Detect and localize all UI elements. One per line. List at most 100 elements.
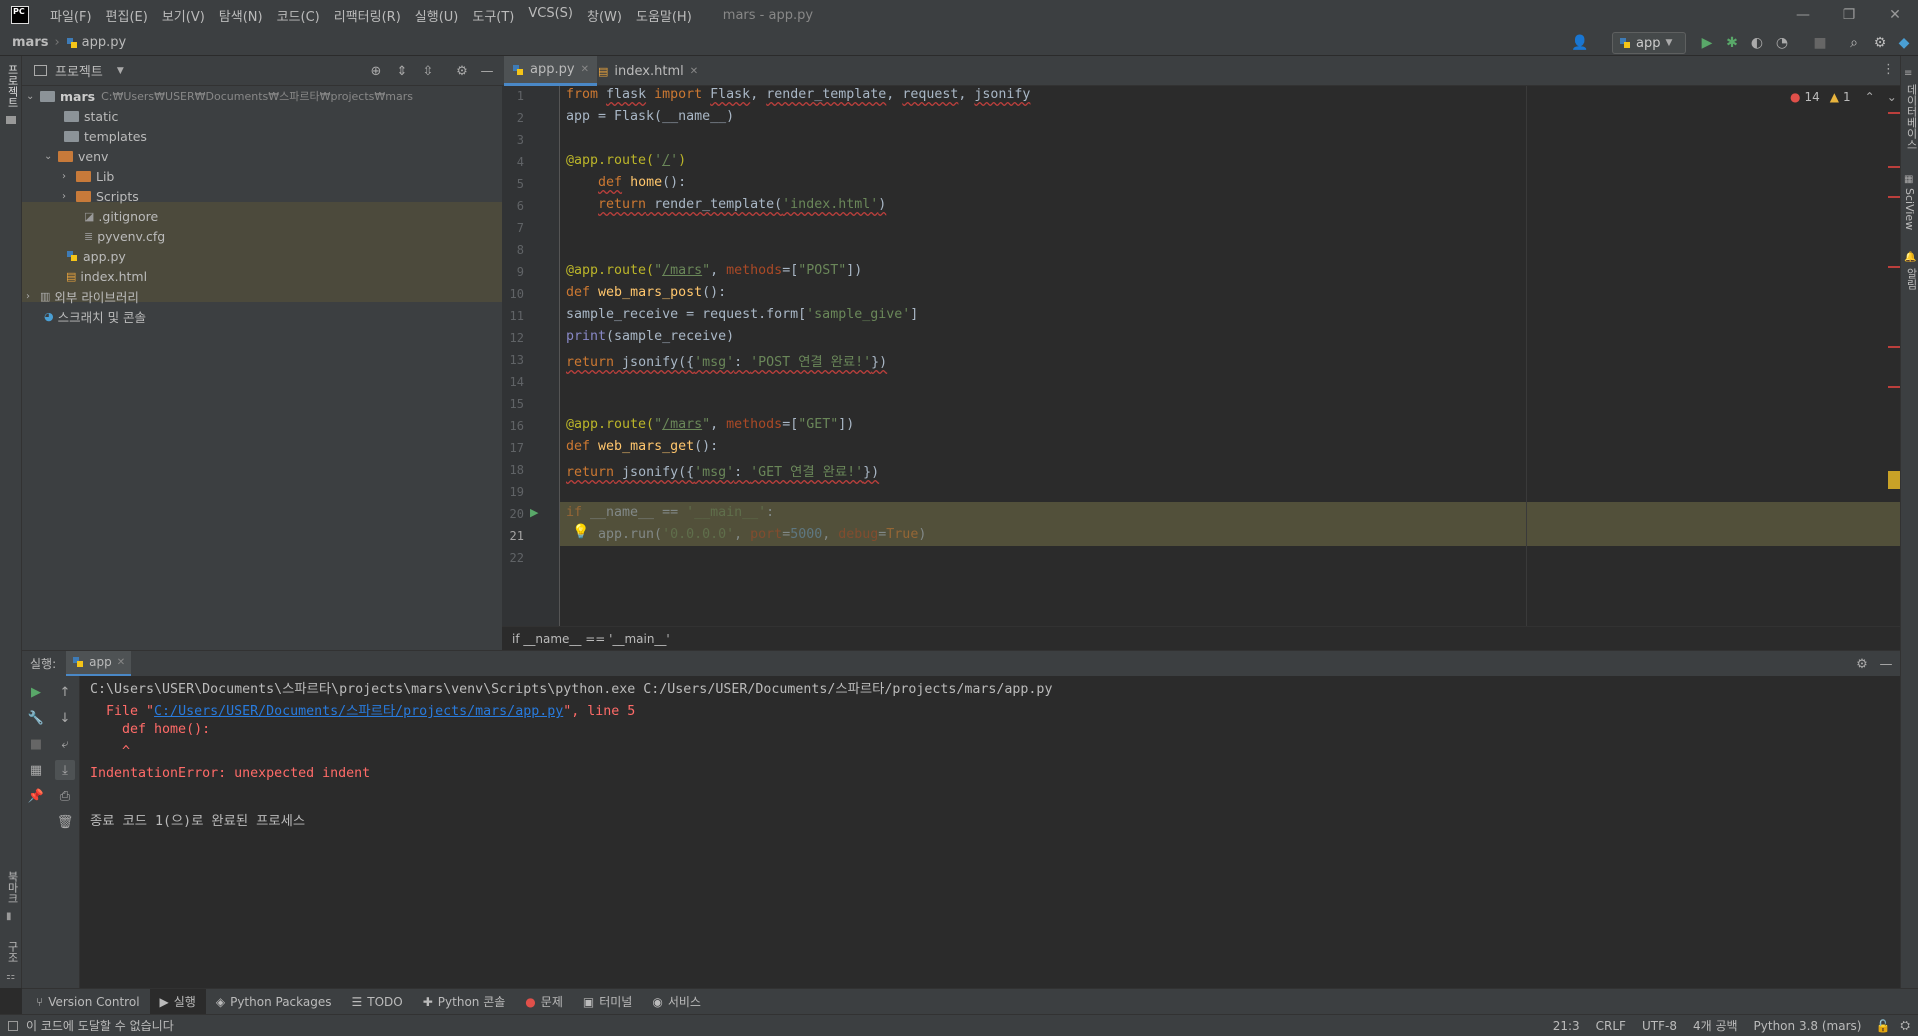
gear-icon[interactable]: ⚙ xyxy=(1870,33,1890,53)
coverage-icon[interactable]: ◐ xyxy=(1747,33,1767,53)
tab-index-html[interactable]: ▤ index.html ✕ xyxy=(590,56,706,86)
code-line[interactable]: return jsonify({'msg': 'GET 연결 완료!'}) xyxy=(566,461,879,480)
run-icon[interactable]: ▶ xyxy=(1697,33,1717,53)
tree-item-static[interactable]: static xyxy=(64,106,118,126)
code-line[interactable]: print(sample_receive) xyxy=(566,329,734,344)
tool-terminal[interactable]: ▣ 터미널 xyxy=(573,989,642,1015)
collapse-all-icon[interactable]: ⇳ xyxy=(418,61,438,81)
wrench-icon[interactable]: 🔧 xyxy=(26,708,46,728)
code-breadcrumb[interactable]: if __name__ == '__main__' xyxy=(502,626,1900,650)
locate-icon[interactable]: ⊕ xyxy=(366,61,386,81)
scroll-thumb[interactable] xyxy=(1888,471,1900,489)
error-mark[interactable] xyxy=(1888,112,1900,114)
tree-item-gitignore[interactable]: ◪ .gitignore xyxy=(84,206,158,226)
print-icon[interactable]: ⎙ xyxy=(55,786,75,806)
code-line[interactable]: if __name__ == '__main__': xyxy=(566,505,774,520)
tool-python-console[interactable]: ✚ Python 콘솔 xyxy=(413,989,516,1015)
tree-root[interactable]: ⌄ mars C:₩Users₩USER₩Documents₩스파르타₩proj… xyxy=(26,86,413,106)
status-toggle-icon[interactable] xyxy=(8,1020,18,1031)
tree-item-templates[interactable]: templates xyxy=(64,126,147,146)
code-line[interactable]: from flask import Flask, render_template… xyxy=(566,87,1030,102)
tool-todo[interactable]: ☰ TODO xyxy=(342,989,413,1015)
menu-view[interactable]: 보기(V) xyxy=(155,6,212,25)
arrow-up-icon[interactable]: ↑ xyxy=(55,682,75,702)
tool-problems[interactable]: ● 문제 xyxy=(515,989,573,1015)
tool-services[interactable]: ◉ 서비스 xyxy=(642,989,711,1015)
close-icon[interactable]: ✕ xyxy=(690,66,698,77)
tree-item-scratches[interactable]: ◕ 스크래치 및 콘솔 xyxy=(44,306,146,326)
code-line[interactable]: @app.route('/') xyxy=(566,153,686,168)
error-mark[interactable] xyxy=(1888,196,1900,198)
error-mark[interactable] xyxy=(1888,386,1900,388)
code-line[interactable]: return jsonify({'msg': 'POST 연결 완료!'}) xyxy=(566,351,887,370)
breadcrumb-project[interactable]: mars xyxy=(12,35,48,50)
layout-icon[interactable]: ▦ xyxy=(26,760,46,780)
menu-code[interactable]: 코드(C) xyxy=(270,6,327,25)
code-line[interactable]: return render_template('index.html') xyxy=(566,197,886,212)
stripe-database-label[interactable]: 데이터베이스 xyxy=(1903,84,1918,150)
project-panel-title[interactable]: 프로젝트 xyxy=(55,61,103,80)
chevron-right-icon[interactable]: › xyxy=(62,191,76,202)
hide-icon[interactable]: — xyxy=(1876,654,1896,674)
tree-item-pyvenv[interactable]: ≣ pyvenv.cfg xyxy=(84,226,165,246)
restore-icon[interactable]: ❐ xyxy=(1826,0,1872,30)
stripe-project-label[interactable]: 프로젝트 xyxy=(4,64,20,108)
run-gutter-icon[interactable]: ▶ xyxy=(530,506,538,519)
gear-icon[interactable]: ⚙ xyxy=(1852,654,1872,674)
run-console[interactable]: C:\Users\USER\Documents\스파르타\projects\ma… xyxy=(80,676,1900,988)
user-icon[interactable]: 👤 xyxy=(1570,33,1590,53)
more-icon[interactable]: ⋮ xyxy=(1882,62,1895,77)
menu-navigate[interactable]: 탐색(N) xyxy=(212,6,270,25)
close-icon[interactable]: ✕ xyxy=(581,64,589,75)
lock-icon[interactable]: 🔓 xyxy=(1875,1019,1890,1033)
menu-window[interactable]: 창(W) xyxy=(580,6,629,25)
search-icon[interactable]: ⌕ xyxy=(1844,33,1864,53)
indent-setting[interactable]: 4개 공백 xyxy=(1693,1017,1738,1034)
line-separator[interactable]: CRLF xyxy=(1596,1019,1626,1033)
lightbulb-icon[interactable]: 💡 xyxy=(572,524,589,540)
chevron-down-icon[interactable]: ⌄ xyxy=(44,151,58,162)
tree-item-index-html[interactable]: ▤ index.html xyxy=(66,266,147,286)
caret-position[interactable]: 21:3 xyxy=(1553,1019,1580,1033)
menu-help[interactable]: 도움말(H) xyxy=(629,6,699,25)
tool-version-control[interactable]: ⑂ Version Control xyxy=(26,989,150,1015)
chevron-right-icon[interactable]: › xyxy=(26,291,40,302)
menu-refactor[interactable]: 리팩터링(R) xyxy=(327,6,408,25)
tool-python-packages[interactable]: ◈ Python Packages xyxy=(206,989,342,1015)
rerun-icon[interactable]: ▶ xyxy=(26,682,46,702)
tree-item-venv[interactable]: ⌄ venv xyxy=(44,146,108,166)
menu-file[interactable]: 파일(F) xyxy=(43,6,99,25)
chevron-up-icon[interactable]: ⌃ xyxy=(1865,90,1875,104)
tool-run[interactable]: ▶ 실행 xyxy=(149,988,206,1015)
interpreter[interactable]: Python 3.8 (mars) xyxy=(1754,1019,1862,1033)
gear-icon[interactable]: ⚙ xyxy=(452,61,472,81)
chevron-down-icon[interactable]: ⌄ xyxy=(26,91,40,102)
code-line[interactable]: def web_mars_post(): xyxy=(566,285,726,300)
stop-icon[interactable]: ■ xyxy=(1810,33,1830,53)
inspection-widget[interactable]: ● 14 ▲ 1 ⌃ ⌄ xyxy=(1790,90,1897,104)
close-icon[interactable]: ✕ xyxy=(1872,0,1918,30)
debug-icon[interactable]: ✱ xyxy=(1722,33,1742,53)
error-mark[interactable] xyxy=(1888,346,1900,348)
tree-item-external-libs[interactable]: › ▥ 외부 라이브러리 xyxy=(26,286,139,306)
run-config-select[interactable]: app ▼ xyxy=(1612,32,1686,54)
error-mark[interactable] xyxy=(1888,266,1900,268)
run-tab-app[interactable]: app ✕ xyxy=(66,650,132,677)
menu-edit[interactable]: 편집(E) xyxy=(99,6,155,25)
pin-icon[interactable]: 📌 xyxy=(26,786,46,806)
jetbrains-toolbox-icon[interactable]: ◆ xyxy=(1894,33,1914,53)
close-icon[interactable]: ✕ xyxy=(117,657,125,668)
tree-item-lib[interactable]: › Lib xyxy=(62,166,114,186)
chevron-down-icon[interactable]: ▼ xyxy=(117,66,124,76)
code-line[interactable]: @app.route("/mars", methods=["POST"]) xyxy=(566,263,862,278)
code-line[interactable]: sample_receive = request.form['sample_gi… xyxy=(566,307,918,322)
error-mark[interactable] xyxy=(1888,166,1900,168)
minimize-icon[interactable]: — xyxy=(1780,0,1826,30)
console-file-link[interactable]: C:/Users/USER/Documents/스파르타/projects/ma… xyxy=(154,704,563,719)
code-line[interactable]: def web_mars_get(): xyxy=(566,439,718,454)
stripe-bookmarks-label[interactable]: 북마크 xyxy=(4,871,20,904)
chevron-right-icon[interactable]: › xyxy=(62,171,76,182)
menu-vcs[interactable]: VCS(S) xyxy=(521,6,580,25)
scroll-to-end-icon[interactable]: ⤓ xyxy=(55,760,75,780)
error-stripe[interactable] xyxy=(1888,86,1900,626)
